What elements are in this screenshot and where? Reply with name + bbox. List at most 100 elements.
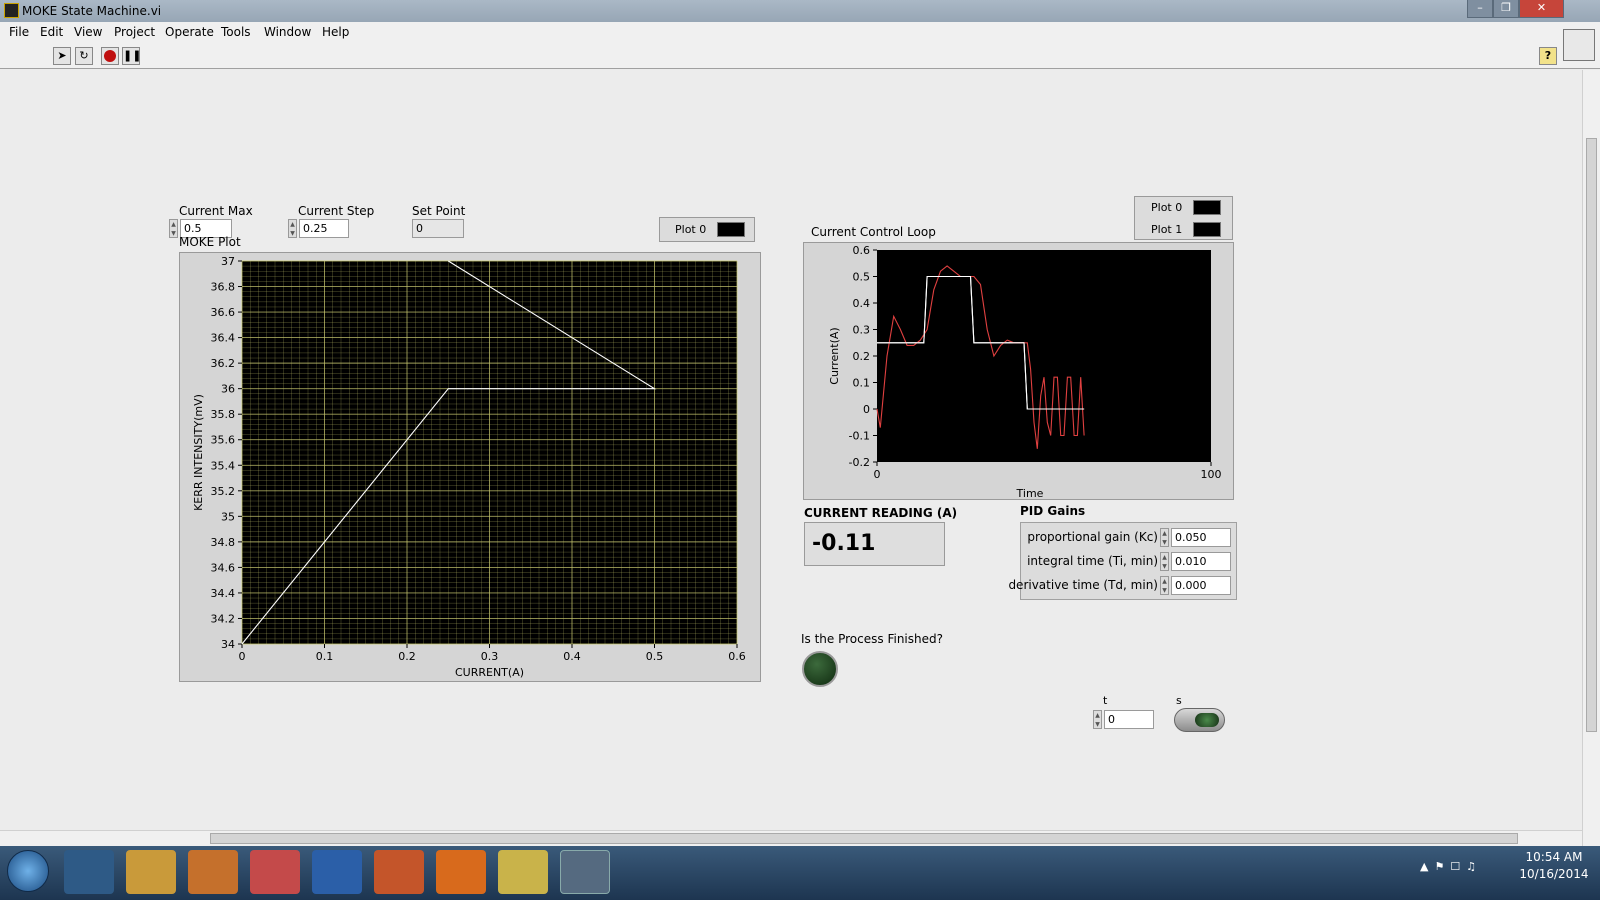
current-max-incdec[interactable]: ▲ ▼ [169, 219, 178, 238]
moke-legend-label: Plot 0 [675, 223, 707, 236]
taskbar-powerpoint-icon[interactable] [374, 850, 424, 894]
current-step-incdec[interactable]: ▲ ▼ [288, 219, 297, 238]
y-tick-label: 0.4 [853, 297, 871, 310]
taskbar-word-icon[interactable] [312, 850, 362, 894]
moke-legend-swatch [717, 222, 745, 237]
set-point-indicator: 0 [412, 219, 464, 238]
run-continuously-icon[interactable]: ↻ [75, 47, 93, 65]
process-finished-label: Is the Process Finished? [801, 632, 943, 646]
y-tick-label: 36 [221, 383, 235, 396]
t-input[interactable]: 0 [1104, 710, 1154, 729]
process-finished-led [802, 651, 838, 687]
ccl-legend-label-0: Plot 0 [1151, 201, 1183, 214]
pid-td-input[interactable]: 0.000 [1171, 576, 1231, 595]
minimize-button[interactable]: – [1467, 0, 1493, 18]
close-button[interactable]: ✕ [1519, 0, 1564, 18]
restore-button[interactable]: ❐ [1493, 0, 1519, 18]
start-button[interactable] [7, 850, 49, 892]
help-icon[interactable]: ? [1539, 47, 1557, 65]
y-tick-label: 36.8 [211, 281, 236, 294]
clock-time: 10:54 AM [1525, 850, 1583, 864]
taskbar-notes-icon[interactable] [498, 850, 548, 894]
vertical-scrollbar[interactable] [1582, 70, 1600, 846]
run-arrow-icon[interactable]: ➤ [53, 47, 71, 65]
y-tick-label: 35.6 [211, 434, 236, 447]
y-tick-label: 34.2 [211, 612, 236, 625]
pid-gains-title: PID Gains [1020, 504, 1086, 518]
y-tick-label: 34 [221, 638, 235, 651]
moke-plot-graph[interactable]: 0 0.1 0.2 0.3 0.4 0.5 0.6 34 34.2 34.4 34.6 34.8 35 3… [180, 253, 762, 683]
y-tick-label: 36.6 [211, 306, 236, 319]
vertical-scroll-thumb[interactable] [1586, 138, 1597, 732]
t-label: t [1103, 694, 1108, 707]
ccl-plot-frame: 0 100 -0.2 -0.1 0 0.1 0.2 0.3 0.4 0.5 0.6 Time Curre… [803, 242, 1234, 500]
pid-ti-input[interactable]: 0.010 [1171, 552, 1231, 571]
abort-icon[interactable] [101, 47, 119, 65]
taskbar-ie-icon[interactable] [64, 850, 114, 894]
x-tick-label: 100 [1201, 468, 1222, 481]
y-tick-label: 0 [863, 403, 870, 416]
x-tick-label: 0.5 [646, 650, 664, 663]
taskbar-labview-icon[interactable] [560, 850, 610, 894]
x-tick-label: 0.4 [563, 650, 581, 663]
y-tick-label: 36.4 [211, 332, 236, 345]
menu-edit[interactable]: Edit [40, 25, 63, 39]
vi-connector-icon [1563, 29, 1595, 61]
y-tick-label: 34.6 [211, 561, 236, 574]
y-tick-label: 0.2 [853, 350, 871, 363]
pid-ti-label: integral time (Ti, min) [1027, 554, 1158, 568]
y-axis-label: KERR INTENSITY(mV) [192, 394, 205, 511]
pid-td-incdec[interactable]: ▲ ▼ [1160, 576, 1169, 595]
y-tick-label: 34.4 [211, 587, 236, 600]
ccl-plot-label: Current Control Loop [811, 225, 936, 239]
taskbar-explorer-icon[interactable] [126, 850, 176, 894]
windows-taskbar: ▲⚑☐♫ 10:54 AM 10/16/2014 [0, 846, 1600, 900]
taskbar-media-icon[interactable] [188, 850, 238, 894]
clock-date: 10/16/2014 [1519, 867, 1589, 881]
pid-td-label: derivative time (Td, min) [1008, 578, 1158, 592]
pid-kc-label: proportional gain (Kc) [1027, 530, 1158, 544]
current-step-input[interactable]: 0.25 [299, 219, 349, 238]
pid-kc-input[interactable]: 0.050 [1171, 528, 1231, 547]
current-step-label: Current Step [298, 204, 375, 218]
horizontal-scrollbar[interactable] [0, 830, 1582, 846]
y-tick-label: 35.8 [211, 408, 236, 421]
x-tick-label: 0 [874, 468, 881, 481]
y-tick-label: 0.3 [853, 324, 871, 337]
title-bar: MOKE State Machine.vi – ❐ ✕ [0, 0, 1600, 22]
pause-icon[interactable]: ❚❚ [122, 47, 141, 65]
menu-tools[interactable]: Tools [221, 25, 251, 39]
menu-window[interactable]: Window [264, 25, 311, 39]
pid-ti-incdec[interactable]: ▲ ▼ [1160, 552, 1169, 571]
ccl-legend[interactable]: Plot 0 Plot 1 [1134, 196, 1233, 240]
system-tray-icons[interactable]: ▲⚑☐♫ [1420, 860, 1510, 876]
s-button[interactable] [1174, 708, 1225, 732]
moke-plot-legend[interactable]: Plot 0 [659, 217, 755, 242]
toolbar: ➤ ↻ ❚❚ ? [0, 29, 1600, 69]
current-reading-label: CURRENT READING (A) [804, 506, 958, 520]
y-tick-label: -0.2 [849, 456, 870, 469]
taskbar-app-icon[interactable] [250, 850, 300, 894]
x-axis-label: Time [1016, 487, 1044, 500]
y-tick-label: 0.6 [853, 244, 871, 257]
y-tick-label: 35.2 [211, 485, 236, 498]
horizontal-scroll-thumb[interactable] [210, 833, 1518, 844]
ccl-plot-graph[interactable]: 0 100 -0.2 -0.1 0 0.1 0.2 0.3 0.4 0.5 0.6 Time Curre… [804, 243, 1235, 501]
taskbar-firefox-icon[interactable] [436, 850, 486, 894]
y-tick-label: 36.2 [211, 357, 236, 370]
menu-file[interactable]: File [9, 25, 29, 39]
labview-vi-icon [4, 3, 19, 18]
front-panel: Current Max ▲ ▼ 0.5 Current Step ▲ ▼ 0.25 … [0, 70, 1582, 830]
pid-kc-incdec[interactable]: ▲ ▼ [1160, 528, 1169, 547]
current-max-label: Current Max [179, 204, 253, 218]
moke-plot-frame: 0 0.1 0.2 0.3 0.4 0.5 0.6 34 34.2 34.4 34.6 34.8 35 3… [179, 252, 761, 682]
menu-view[interactable]: View [74, 25, 102, 39]
x-tick-label: 0.1 [316, 650, 334, 663]
ccl-legend-label-1: Plot 1 [1151, 223, 1183, 236]
menu-project[interactable]: Project [114, 25, 155, 39]
pid-gains-cluster: proportional gain (Kc) ▲ ▼ 0.050 integral… [1008, 522, 1237, 600]
menu-operate[interactable]: Operate [165, 25, 214, 39]
t-incdec[interactable]: ▲ ▼ [1093, 710, 1102, 729]
window-title: MOKE State Machine.vi [22, 4, 162, 18]
menu-help[interactable]: Help [322, 25, 349, 39]
